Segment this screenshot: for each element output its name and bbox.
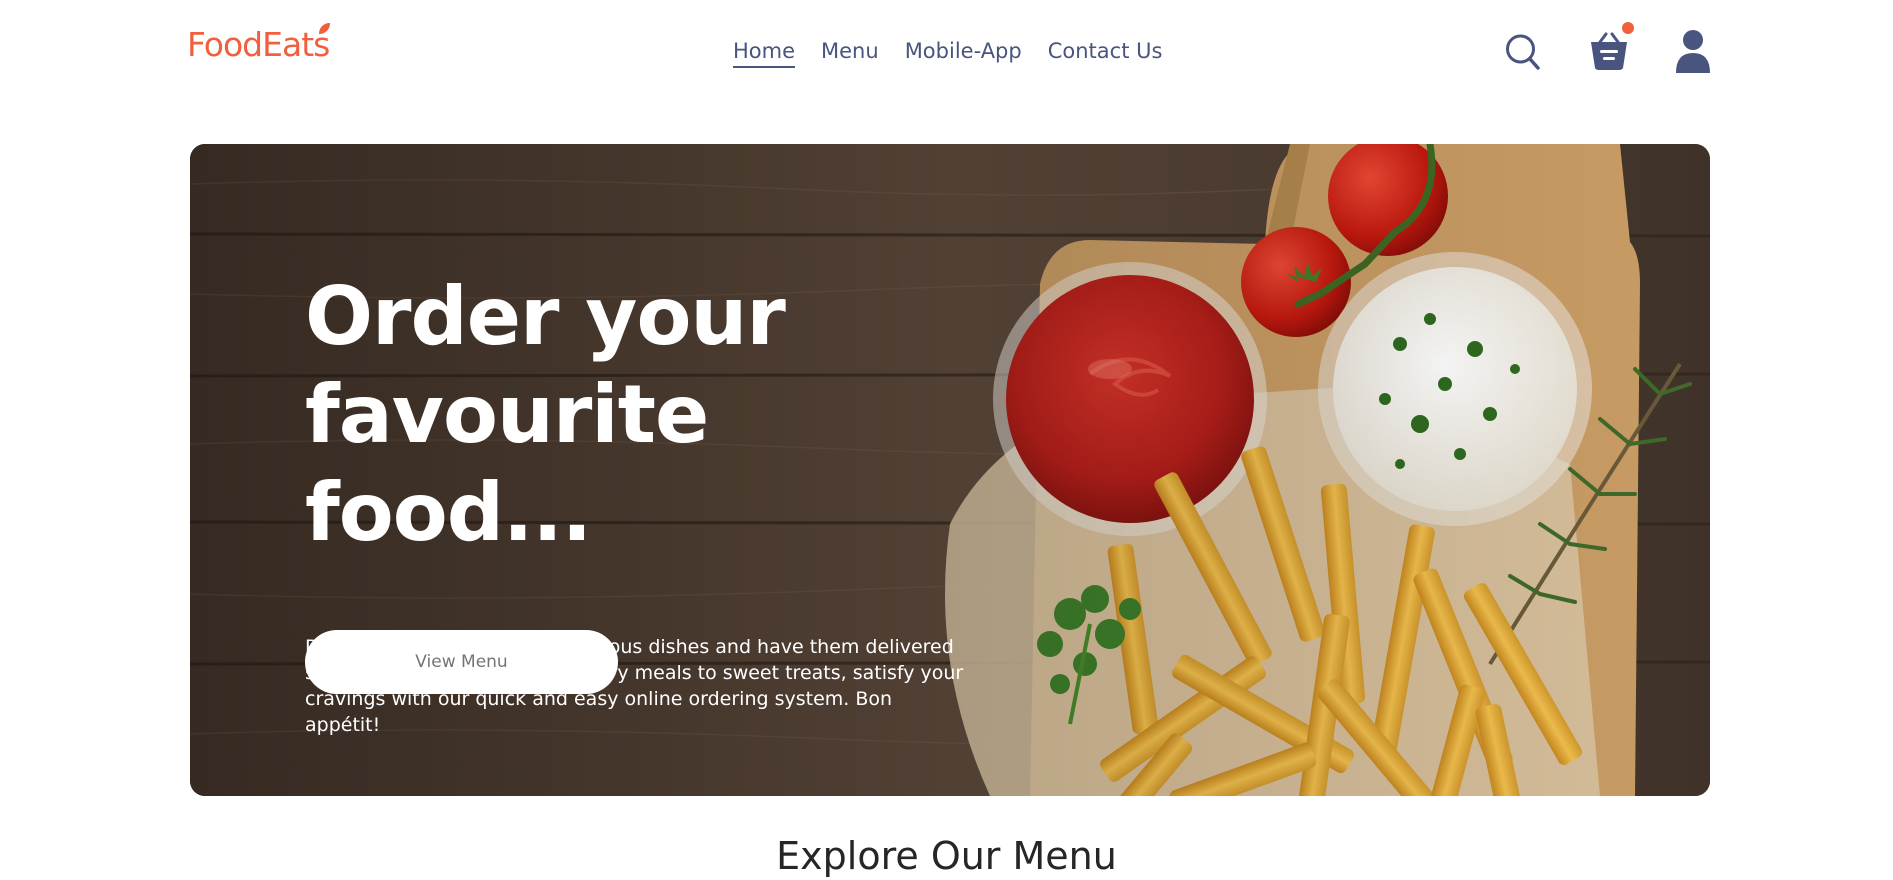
hero-title-line-2: favourite food...	[305, 368, 709, 559]
hero-title: Order your favourite food...	[305, 268, 985, 562]
hero-title-line-1: Order your	[305, 270, 786, 363]
nav-item-menu[interactable]: Menu	[821, 38, 879, 68]
profile-icon[interactable]	[1674, 29, 1712, 73]
nav-item-mobile-app[interactable]: Mobile-App	[905, 38, 1022, 68]
nav-item-home[interactable]: Home	[733, 38, 796, 69]
logo[interactable]: FoodEats	[187, 23, 330, 64]
hero-banner: Order your favourite food... Discover a …	[190, 144, 1710, 796]
nav-menu: Home Menu Mobile-App Contact Us	[733, 38, 1163, 69]
logo-text: FoodEats	[187, 25, 330, 64]
view-menu-button[interactable]: View Menu	[305, 630, 618, 694]
leaf-icon	[319, 23, 330, 34]
nav-item-contact-us[interactable]: Contact Us	[1048, 38, 1163, 68]
navbar: FoodEats Home Menu Mobile-App Contact Us	[0, 0, 1893, 110]
search-icon[interactable]	[1505, 33, 1541, 71]
cart-button[interactable]	[1588, 22, 1634, 74]
explore-menu-heading: Explore Our Menu	[776, 834, 1117, 878]
cart-notification-dot	[1622, 22, 1634, 34]
